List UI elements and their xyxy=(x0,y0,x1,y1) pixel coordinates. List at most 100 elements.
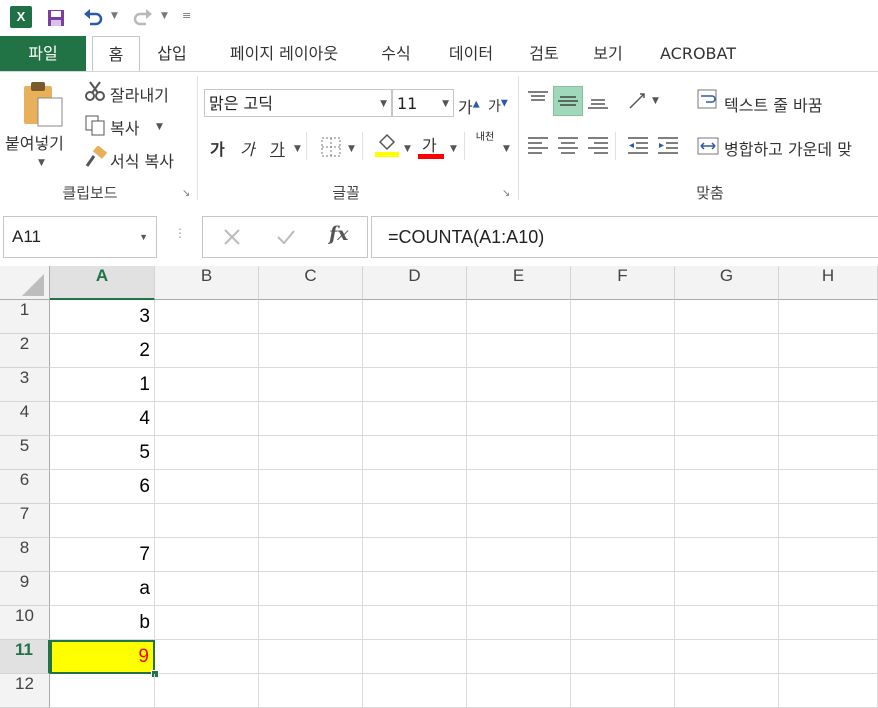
tab-insert[interactable]: 삽입 xyxy=(150,36,194,72)
cell-d4[interactable] xyxy=(363,402,467,436)
formula-bar-resize-handle[interactable]: ⋮ xyxy=(174,226,186,240)
redo-icon[interactable] xyxy=(132,8,154,33)
cell-e7[interactable] xyxy=(467,504,571,538)
cell-h7[interactable] xyxy=(779,504,878,538)
formula-input[interactable]: =COUNTA(A1:A10) xyxy=(371,216,878,258)
cell-g1[interactable] xyxy=(675,300,779,334)
cell-h2[interactable] xyxy=(779,334,878,368)
tab-data[interactable]: 데이터 xyxy=(440,36,502,72)
cell-g5[interactable] xyxy=(675,436,779,470)
cell-f9[interactable] xyxy=(571,572,675,606)
cell-c5[interactable] xyxy=(259,436,363,470)
cell-f1[interactable] xyxy=(571,300,675,334)
tab-view[interactable]: 보기 xyxy=(586,36,630,72)
cut-icon[interactable] xyxy=(84,80,106,106)
align-left-icon[interactable] xyxy=(526,134,550,162)
cell-g12[interactable] xyxy=(675,674,779,708)
name-box-dropdown-icon[interactable]: ▼ xyxy=(139,217,148,257)
align-top-icon[interactable] xyxy=(526,88,550,116)
cell-g8[interactable] xyxy=(675,538,779,572)
font-size-dropdown-icon[interactable]: ▼ xyxy=(442,90,449,118)
row-header-12[interactable]: 12 xyxy=(0,674,50,708)
wrap-text-button[interactable]: 텍스트 줄 바꿈 xyxy=(724,92,823,116)
cell-a5[interactable]: 5 xyxy=(50,436,155,470)
cell-f11[interactable] xyxy=(571,640,675,674)
cell-b5[interactable] xyxy=(155,436,259,470)
cell-a7[interactable] xyxy=(50,504,155,538)
cell-f4[interactable] xyxy=(571,402,675,436)
row-header-8[interactable]: 8 xyxy=(0,538,50,572)
cell-c7[interactable] xyxy=(259,504,363,538)
cell-c2[interactable] xyxy=(259,334,363,368)
cell-f2[interactable] xyxy=(571,334,675,368)
cell-f5[interactable] xyxy=(571,436,675,470)
cell-e1[interactable] xyxy=(467,300,571,334)
cell-b11[interactable] xyxy=(155,640,259,674)
cell-c10[interactable] xyxy=(259,606,363,640)
copy-dropdown-icon[interactable]: ▼ xyxy=(156,122,163,132)
cell-c11[interactable] xyxy=(259,640,363,674)
cell-d5[interactable] xyxy=(363,436,467,470)
cell-c4[interactable] xyxy=(259,402,363,436)
cell-a3[interactable]: 1 xyxy=(50,368,155,402)
increase-indent-icon[interactable] xyxy=(656,134,680,162)
cell-f8[interactable] xyxy=(571,538,675,572)
undo-dropdown-icon[interactable]: ▼ xyxy=(111,11,118,21)
row-header-3[interactable]: 3 xyxy=(0,368,50,402)
cell-d12[interactable] xyxy=(363,674,467,708)
font-name-combo[interactable]: 맑은 고딕 ▼ xyxy=(204,89,392,117)
phonetic-button[interactable]: 내천 xyxy=(474,132,496,143)
italic-button[interactable]: 가 xyxy=(240,136,255,160)
align-middle-icon[interactable] xyxy=(553,86,583,116)
customize-qat-icon[interactable]: ≡ xyxy=(182,9,191,22)
tab-formulas[interactable]: 수식 xyxy=(372,36,420,72)
phonetic-dropdown-icon[interactable]: ▼ xyxy=(503,144,510,154)
shrink-font-button[interactable]: 가▼ xyxy=(488,96,508,116)
underline-button[interactable]: 가 xyxy=(270,136,285,160)
cell-g10[interactable] xyxy=(675,606,779,640)
cell-a1[interactable]: 3 xyxy=(50,300,155,334)
cell-g2[interactable] xyxy=(675,334,779,368)
wrap-text-icon[interactable] xyxy=(696,88,720,116)
column-header-g[interactable]: G xyxy=(675,266,779,300)
cell-b12[interactable] xyxy=(155,674,259,708)
cell-e2[interactable] xyxy=(467,334,571,368)
row-header-9[interactable]: 9 xyxy=(0,572,50,606)
cell-a9[interactable]: a xyxy=(50,572,155,606)
cell-b6[interactable] xyxy=(155,470,259,504)
cell-h10[interactable] xyxy=(779,606,878,640)
row-header-10[interactable]: 10 xyxy=(0,606,50,640)
grow-font-button[interactable]: 가▲ xyxy=(458,94,480,118)
cell-b4[interactable] xyxy=(155,402,259,436)
column-header-c[interactable]: C xyxy=(259,266,363,300)
redo-dropdown-icon[interactable]: ▼ xyxy=(161,11,168,21)
cell-f6[interactable] xyxy=(571,470,675,504)
cell-f7[interactable] xyxy=(571,504,675,538)
cell-d6[interactable] xyxy=(363,470,467,504)
row-header-2[interactable]: 2 xyxy=(0,334,50,368)
undo-icon[interactable] xyxy=(82,8,104,33)
copy-button[interactable]: 복사 xyxy=(110,115,139,139)
cell-d11[interactable] xyxy=(363,640,467,674)
column-header-b[interactable]: B xyxy=(155,266,259,300)
cell-h12[interactable] xyxy=(779,674,878,708)
font-size-combo[interactable]: 11 ▼ xyxy=(392,89,454,117)
format-painter-button[interactable]: 서식 복사 xyxy=(110,148,174,172)
merge-center-button[interactable]: 병합하고 가운데 맞 xyxy=(724,136,852,160)
cell-g4[interactable] xyxy=(675,402,779,436)
cell-e8[interactable] xyxy=(467,538,571,572)
cell-b3[interactable] xyxy=(155,368,259,402)
cell-e4[interactable] xyxy=(467,402,571,436)
cell-a6[interactable]: 6 xyxy=(50,470,155,504)
orientation-icon[interactable] xyxy=(626,88,650,116)
cell-e3[interactable] xyxy=(467,368,571,402)
tab-page-layout[interactable]: 페이지 레이아웃 xyxy=(214,36,354,72)
cell-f12[interactable] xyxy=(571,674,675,708)
cell-a4[interactable]: 4 xyxy=(50,402,155,436)
fill-color-dropdown-icon[interactable]: ▼ xyxy=(404,144,411,154)
row-header-4[interactable]: 4 xyxy=(0,402,50,436)
cell-c9[interactable] xyxy=(259,572,363,606)
cell-h4[interactable] xyxy=(779,402,878,436)
row-header-11[interactable]: 11 xyxy=(0,640,50,674)
cell-h3[interactable] xyxy=(779,368,878,402)
